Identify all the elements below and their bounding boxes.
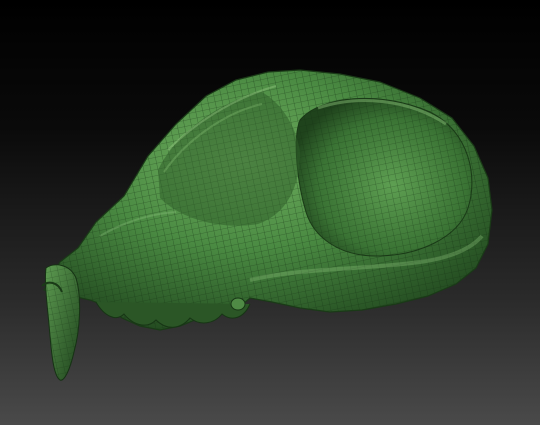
viewport[interactable] [0,0,540,425]
canine-fang [41,264,81,381]
orbit-socket [295,97,473,257]
frontal-fossa [158,92,300,226]
skull-mesh-icon [41,69,493,381]
